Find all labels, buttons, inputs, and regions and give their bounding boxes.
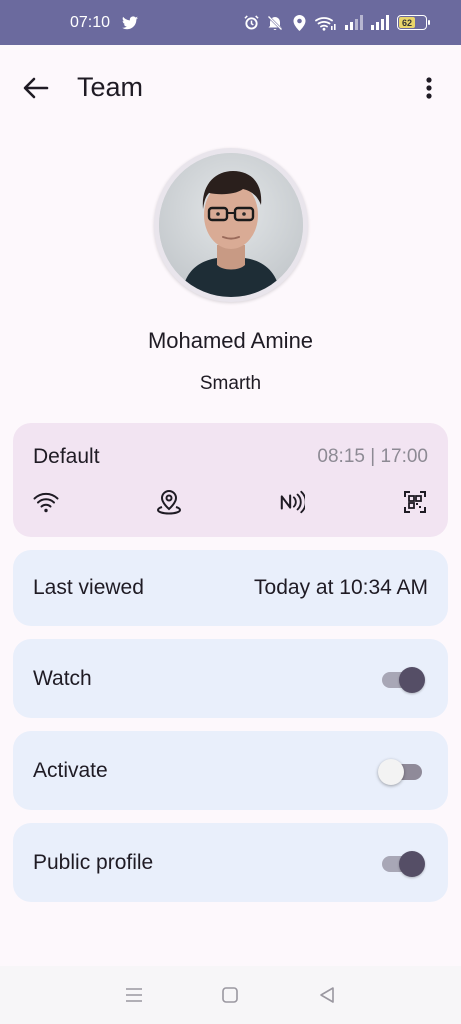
back-button[interactable] [18,70,54,106]
schedule-icons [33,489,428,515]
schedule-card[interactable]: Default 08:15 | 17:00 [13,423,448,537]
arrow-left-icon [23,77,49,98]
wifi-icon [33,489,59,515]
home-square-icon [222,987,239,1003]
public-profile-row[interactable]: Public profile [13,823,448,902]
menu-icon [126,988,143,1002]
location-icon [291,14,307,31]
status-bar: 07:10 62 [0,0,461,45]
battery-icon: 62 [397,15,430,30]
app-bar: Team [0,45,461,130]
location-pin-icon [156,489,182,515]
alarm-icon [243,15,259,31]
home-button[interactable] [216,981,244,1009]
public-profile-toggle-thumb [399,850,425,877]
schedule-title: Default [33,445,100,468]
watch-row[interactable]: Watch [13,639,448,718]
avatar[interactable] [154,148,308,302]
back-nav-button[interactable] [313,981,341,1009]
activate-label: Activate [33,758,108,782]
status-time: 07:10 [70,13,111,31]
last-viewed-label: Last viewed [33,576,144,599]
watch-toggle-thumb [399,666,425,693]
public-profile-toggle[interactable] [380,849,425,877]
last-viewed-value: Today at 10:34 AM [254,576,428,599]
schedule-header: Default 08:15 | 17:00 [33,445,428,469]
more-options-button[interactable] [415,70,443,106]
twitter-icon [122,15,139,31]
watch-toggle[interactable] [380,665,425,693]
profile-name: Mohamed Amine [147,328,314,353]
recents-button[interactable] [120,981,148,1009]
activate-toggle[interactable] [378,757,424,785]
system-nav-bar [0,966,461,1024]
schedule-hours: 08:15 | 17:00 [317,446,428,467]
status-left: 07:10 [70,13,139,32]
watch-label: Watch [33,666,92,690]
status-right: 62 [243,14,430,31]
activate-row[interactable]: Activate [13,731,448,810]
qr-scan-icon [402,489,428,515]
page-title: Team [77,72,144,102]
last-viewed-row: Last viewed Today at 10:34 AM [13,550,448,626]
signal-icon [371,15,389,31]
profile-company: Smarth [199,373,262,394]
battery-level: 62 [399,17,416,28]
signal-icon [345,15,363,31]
more-vert-icon [426,76,432,99]
wifi-icon [315,15,337,31]
public-profile-label: Public profile [33,850,154,874]
back-triangle-icon [320,987,334,1003]
mute-icon [267,15,283,31]
activate-toggle-thumb [378,758,404,785]
avatar-image [159,153,303,297]
nfc-icon [279,489,305,515]
